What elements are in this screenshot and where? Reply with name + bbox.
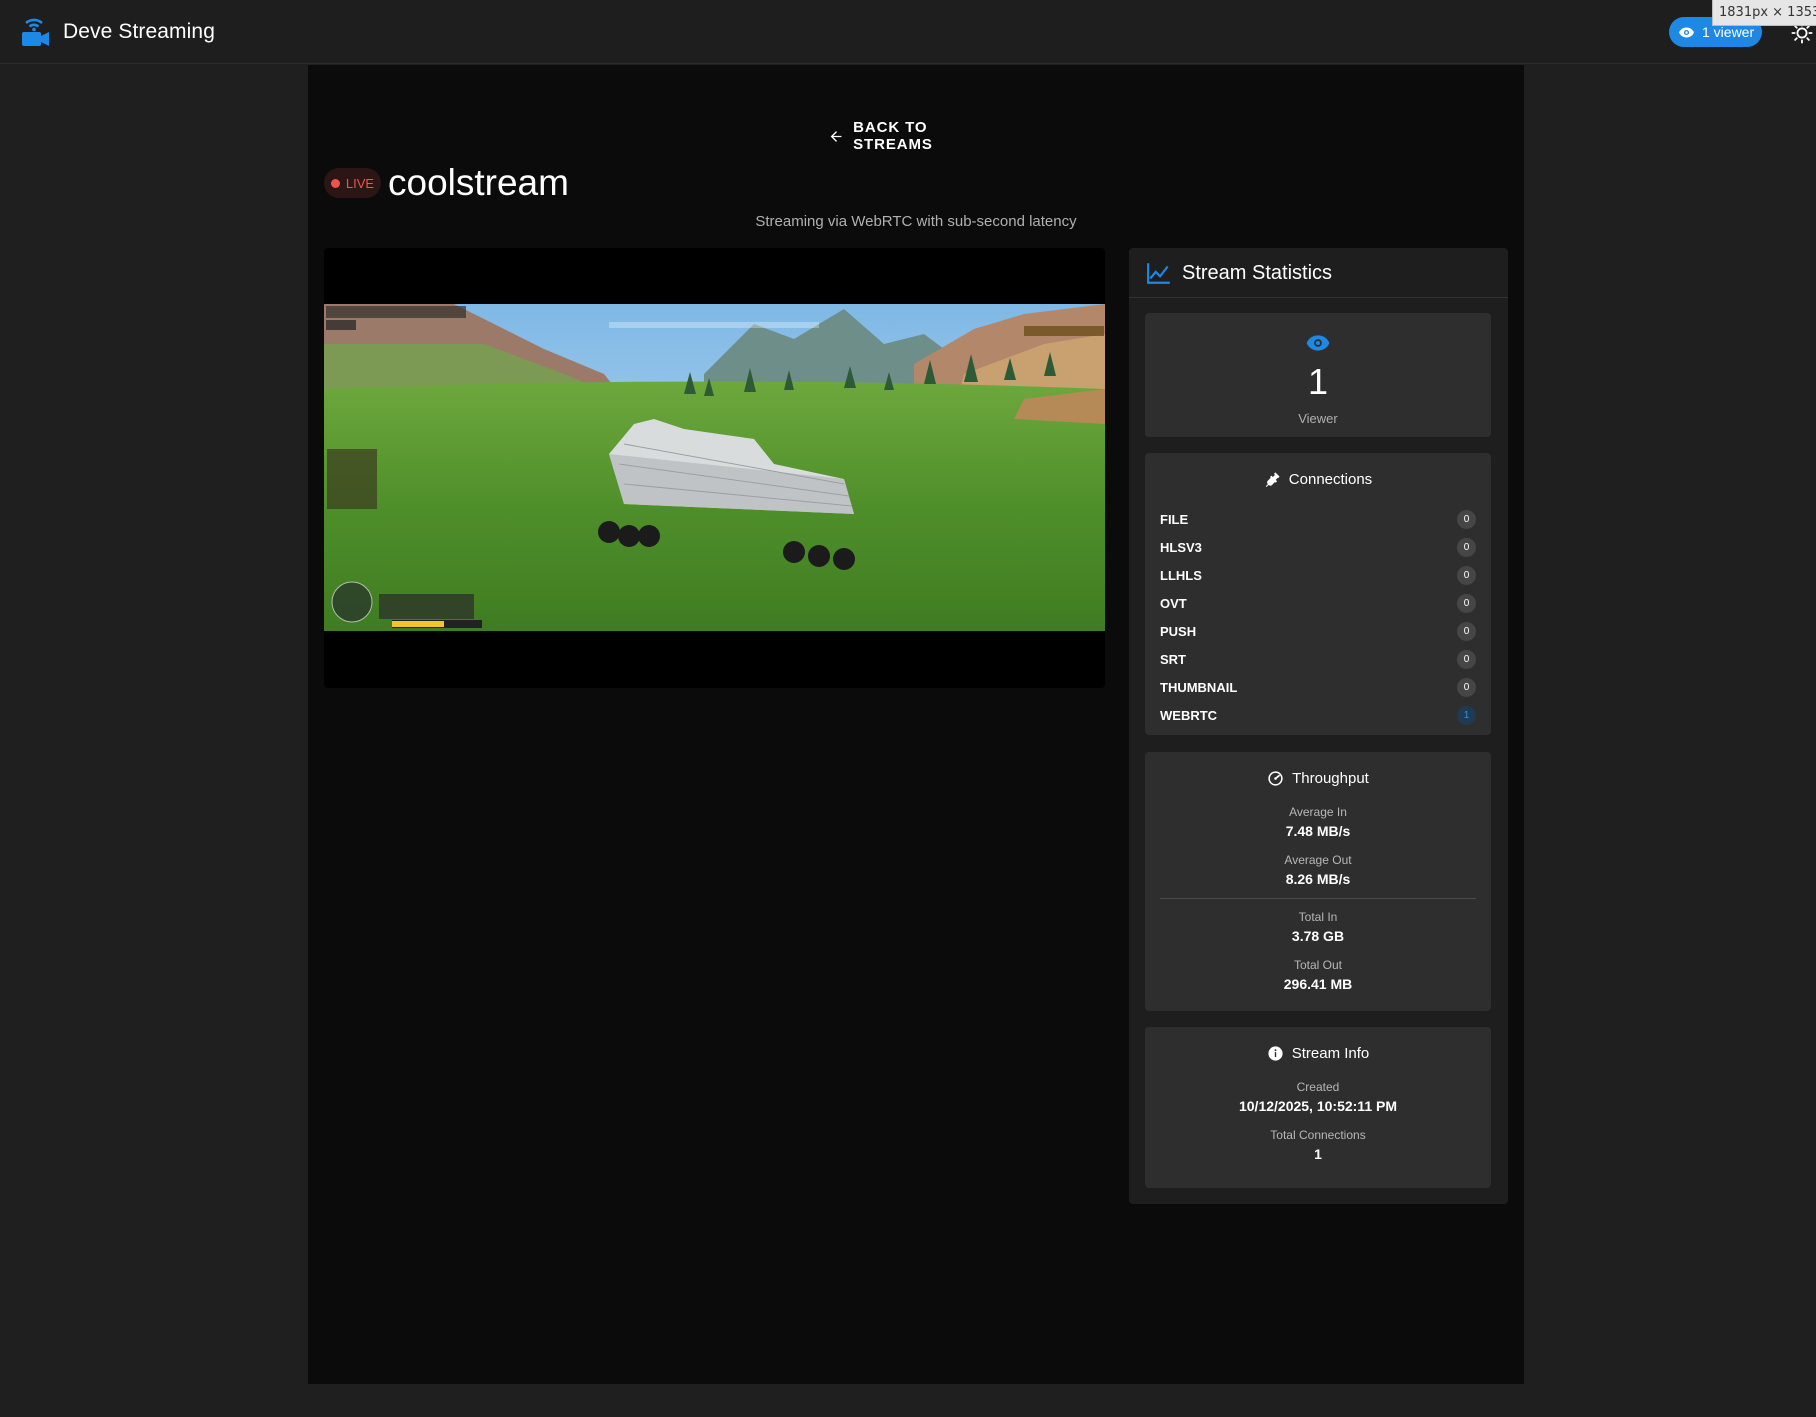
throughput-card: Throughput Average In 7.48 MB/s Average … [1145, 752, 1491, 1011]
divider [1160, 898, 1476, 899]
created-label: Created [1296, 1080, 1340, 1094]
back-label: BACK TO STREAMS [853, 119, 933, 153]
connection-row-file: FILE 0 [1160, 509, 1476, 529]
connection-label: OVT [1160, 595, 1187, 611]
connection-label: LLHLS [1160, 567, 1202, 583]
stats-title: Stream Statistics [1182, 262, 1333, 284]
created-value: 10/12/2025, 10:52:11 PM [1238, 1098, 1397, 1114]
viewer-count: 1 [1307, 361, 1329, 402]
plug-icon [1265, 472, 1280, 487]
connection-count-badge: 0 [1457, 509, 1476, 529]
total-in-label: Total In [1298, 910, 1338, 924]
total-out-label: Total Out [1293, 958, 1343, 972]
connection-count-badge: 0 [1457, 621, 1476, 641]
throughput-title: Throughput [1145, 770, 1491, 787]
app-title[interactable]: Deve Streaming [63, 20, 215, 44]
connection-count-badge: 0 [1457, 565, 1476, 585]
connection-label: HLSV3 [1160, 539, 1202, 555]
connection-row-hlsv3: HLSV3 0 [1160, 537, 1476, 557]
average-out-value: 8.26 MB/s [1285, 871, 1351, 887]
connection-row-llhls: LLHLS 0 [1160, 565, 1476, 585]
back-to-streams-button[interactable]: BACK TO STREAMS [828, 119, 1004, 153]
total-connections-value: 1 [1314, 1146, 1322, 1162]
total-connections: Total Connections 1 [1145, 1128, 1491, 1162]
connection-row-ovt: OVT 0 [1160, 593, 1476, 613]
stream-statistics-panel: Stream Statistics 1 Viewer Connections F… [1129, 248, 1508, 1204]
connection-count-badge: 0 [1457, 593, 1476, 613]
total-in-value: 3.78 GB [1291, 928, 1345, 944]
speedometer-icon [1268, 771, 1283, 786]
stream-subtitle: Streaming via WebRTC with sub-second lat… [755, 213, 1077, 230]
connection-label: FILE [1160, 511, 1189, 527]
stream-info-title-label: Stream Info [1291, 1045, 1370, 1062]
connection-row-thumbnail: THUMBNAIL 0 [1160, 677, 1476, 697]
connection-label: PUSH [1160, 623, 1197, 639]
average-out-label: Average Out [1284, 853, 1352, 867]
stream-page: BACK TO STREAMS LIVE coolstream Streamin… [308, 65, 1524, 1384]
live-dot-icon [330, 178, 340, 188]
app-bar: Deve Streaming 1 viewer 1831px × 1353px [0, 0, 1816, 64]
total-out-value: 296.41 MB [1283, 976, 1353, 992]
connection-label: SRT [1160, 651, 1186, 667]
line-chart-icon [1147, 263, 1170, 284]
connections-card: Connections FILE 0 HLSV3 0 LLHLS 0 OVT 0… [1145, 453, 1491, 735]
connection-label: WEBRTC [1160, 707, 1218, 723]
connections-title-label: Connections [1288, 471, 1373, 488]
eye-icon [1679, 27, 1694, 37]
stats-header: Stream Statistics [1129, 248, 1508, 298]
viewer-chip-label: 1 viewer [1702, 24, 1755, 40]
average-in-value: 7.48 MB/s [1285, 823, 1351, 839]
average-out: Average Out 8.26 MB/s [1145, 853, 1491, 887]
connection-row-webrtc: WEBRTC 1 [1160, 705, 1476, 725]
throughput-title-label: Throughput [1292, 770, 1369, 787]
eye-icon [1306, 335, 1330, 351]
connection-label: THUMBNAIL [1160, 679, 1238, 695]
connections-title: Connections [1145, 471, 1491, 488]
video-camera-icon [22, 18, 49, 46]
average-in: Average In 7.48 MB/s [1145, 805, 1491, 839]
average-in-label: Average In [1289, 805, 1347, 819]
total-connections-label: Total Connections [1270, 1128, 1366, 1142]
connection-row-push: PUSH 0 [1160, 621, 1476, 641]
arrow-left-icon [830, 130, 842, 142]
connection-count-badge: 0 [1457, 677, 1476, 697]
info-icon [1268, 1046, 1283, 1061]
size-tooltip: 1831px × 1353px [1712, 0, 1816, 26]
stream-info-title: Stream Info [1145, 1045, 1491, 1062]
game-video-frame [324, 304, 1105, 631]
viewer-label: Viewer [1298, 411, 1338, 426]
total-out: Total Out 296.41 MB [1145, 958, 1491, 992]
live-label: LIVE [345, 175, 375, 191]
connection-row-srt: SRT 0 [1160, 649, 1476, 669]
stream-title: coolstream [388, 162, 569, 203]
live-badge: LIVE [324, 168, 381, 198]
connection-count-badge: 0 [1457, 649, 1476, 669]
stream-info-card: Stream Info Created 10/12/2025, 10:52:11… [1145, 1027, 1491, 1188]
connection-count-badge: 0 [1457, 537, 1476, 557]
connection-count-badge: 1 [1457, 705, 1476, 725]
video-player[interactable] [324, 248, 1105, 688]
viewers-card: 1 Viewer [1145, 313, 1491, 437]
total-in: Total In 3.78 GB [1145, 910, 1491, 944]
created: Created 10/12/2025, 10:52:11 PM [1145, 1080, 1491, 1114]
